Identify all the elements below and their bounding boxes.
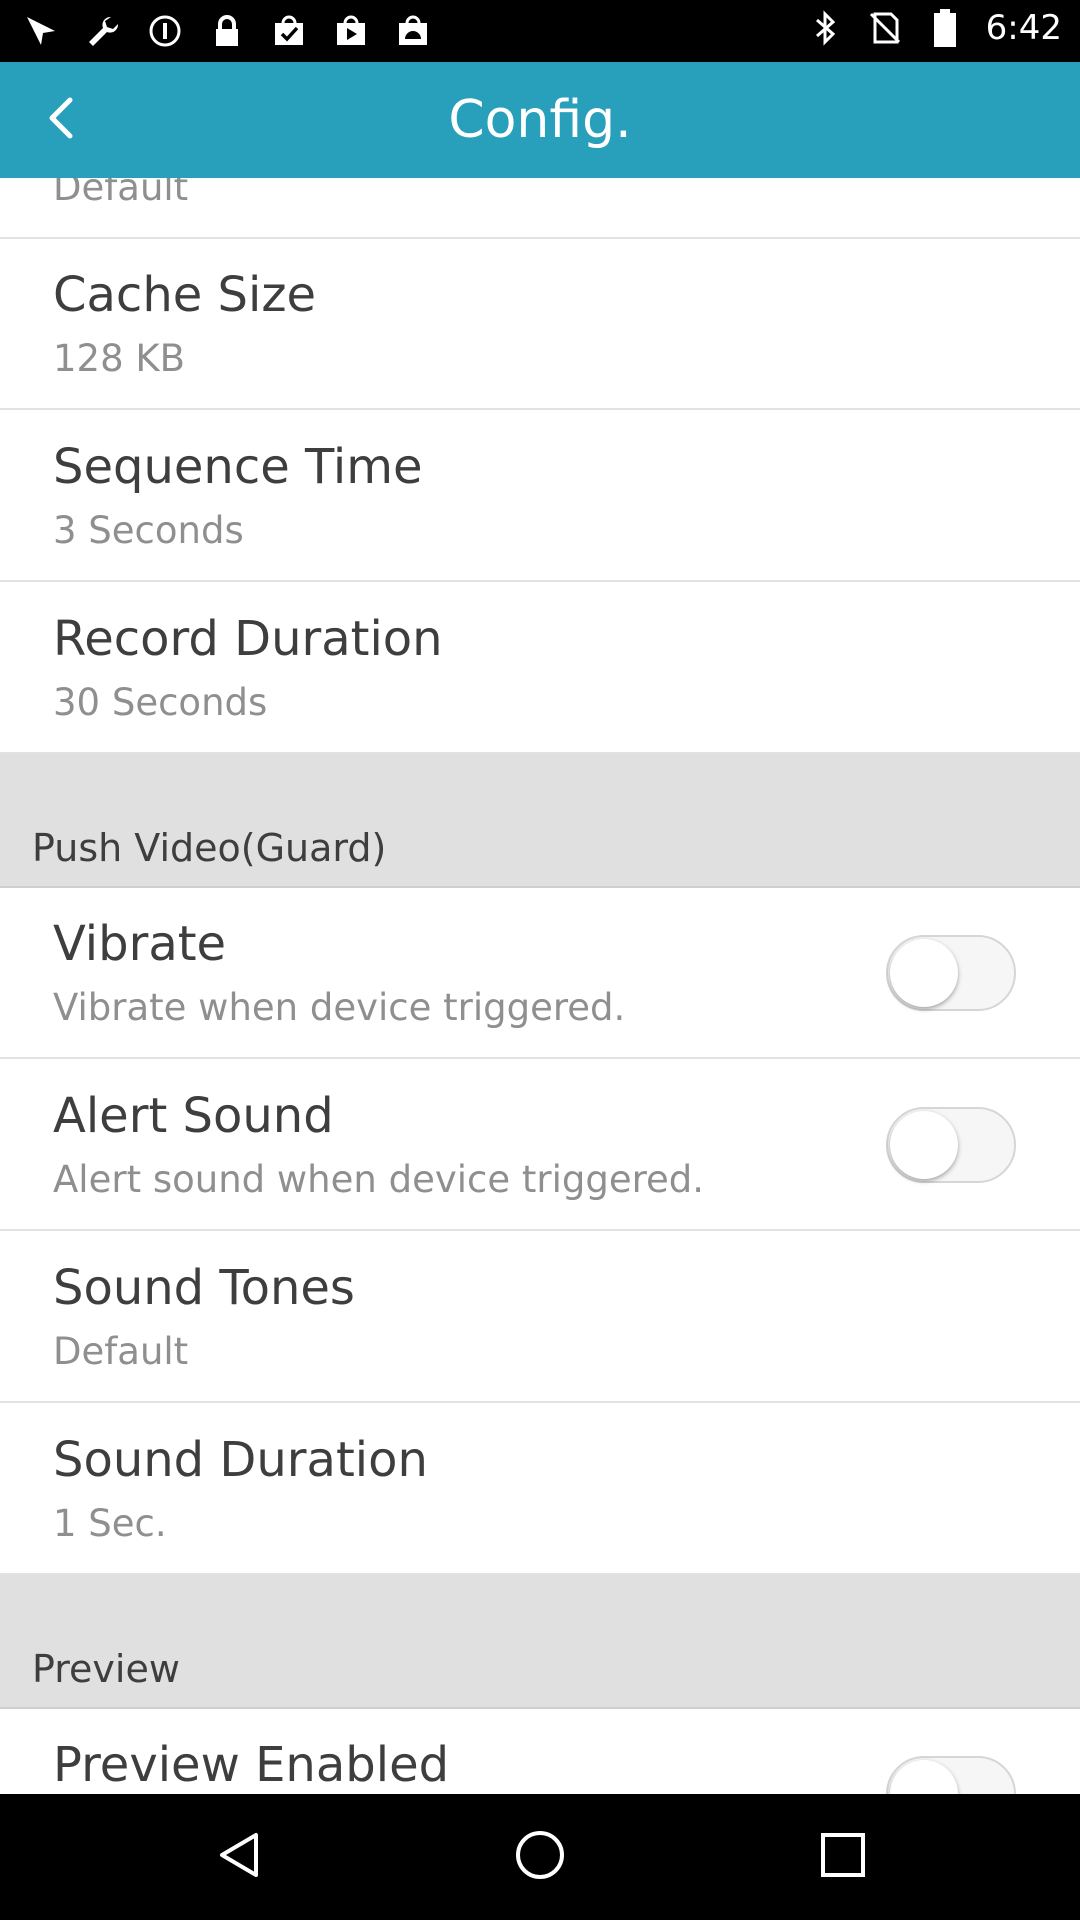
page-title: Config. (448, 90, 632, 150)
section-header-preview: Preview (0, 1575, 1080, 1709)
system-status: 6:42 (806, 8, 1062, 48)
alert-sound-toggle[interactable] (886, 1107, 1016, 1183)
nav-back-icon (212, 1827, 268, 1887)
row-title: Sound Tones (53, 1260, 355, 1316)
app-bar: Config. (0, 62, 1080, 178)
navigation-bar (0, 1794, 1080, 1920)
notification-icons (22, 12, 432, 50)
row-title: Sound Duration (53, 1432, 428, 1488)
battery-icon (926, 9, 964, 47)
status-bar: 6:42 (0, 0, 1080, 62)
nav-recents-button[interactable] (808, 1822, 878, 1892)
android-bag-icon (394, 12, 432, 50)
list-item-preview-enabled[interactable]: Preview Enabled (0, 1709, 1080, 1794)
toggle-knob (890, 939, 958, 1007)
section-header-push-video: Push Video(Guard) (0, 754, 1080, 888)
list-item-vibrate[interactable]: Vibrate Vibrate when device triggered. (0, 888, 1080, 1059)
row-title: Sequence Time (53, 439, 423, 495)
vibrate-toggle[interactable] (886, 935, 1016, 1011)
list-item-cache-size[interactable]: Cache Size 128 KB (0, 239, 1080, 410)
status-time: 6:42 (985, 8, 1062, 48)
lock-icon (208, 12, 246, 50)
row-value: 30 Seconds (53, 681, 268, 724)
circle-info-icon (146, 12, 184, 50)
list-item-record-duration[interactable]: Record Duration 30 Seconds (0, 583, 1080, 754)
list-item-sound-tones[interactable]: Sound Tones Default (0, 1232, 1080, 1403)
row-title: Cache Size (53, 267, 317, 323)
toggle-knob (890, 1760, 958, 1794)
toggle-knob (890, 1111, 958, 1179)
list-item-alert-sound[interactable]: Alert Sound Alert sound when device trig… (0, 1060, 1080, 1231)
play-bag-icon (332, 12, 370, 50)
list-item-partial[interactable]: Default (0, 178, 1080, 239)
bluetooth-icon (806, 9, 844, 47)
row-title: Record Duration (53, 611, 443, 667)
row-value: Default (53, 1330, 189, 1373)
list-item-sound-duration[interactable]: Sound Duration 1 Sec. (0, 1404, 1080, 1575)
row-value: 1 Sec. (53, 1502, 167, 1545)
row-title: Preview Enabled (53, 1737, 450, 1793)
settings-list[interactable]: Default Cache Size 128 KB Sequence Time … (0, 178, 1080, 1794)
row-value: Alert sound when device triggered. (53, 1158, 705, 1201)
row-title: Alert Sound (53, 1088, 334, 1144)
fake-gps-icon (22, 12, 60, 50)
wrench-icon (84, 12, 122, 50)
preview-enabled-toggle[interactable] (886, 1756, 1016, 1794)
row-value: 128 KB (53, 337, 186, 380)
list-item-sequence-time[interactable]: Sequence Time 3 Seconds (0, 411, 1080, 582)
row-value: 3 Seconds (53, 509, 244, 552)
nav-back-button[interactable] (205, 1822, 275, 1892)
nav-recents-icon (815, 1827, 871, 1887)
row-value: Default (53, 178, 189, 209)
row-value: Vibrate when device triggered. (53, 986, 626, 1029)
section-label: Push Video(Guard) (32, 826, 387, 870)
row-title: Vibrate (53, 916, 227, 972)
nav-home-icon (512, 1827, 568, 1887)
section-label: Preview (32, 1647, 180, 1691)
checkmark-bag-icon (270, 12, 308, 50)
nav-home-button[interactable] (505, 1822, 575, 1892)
no-sim-icon (866, 9, 904, 47)
